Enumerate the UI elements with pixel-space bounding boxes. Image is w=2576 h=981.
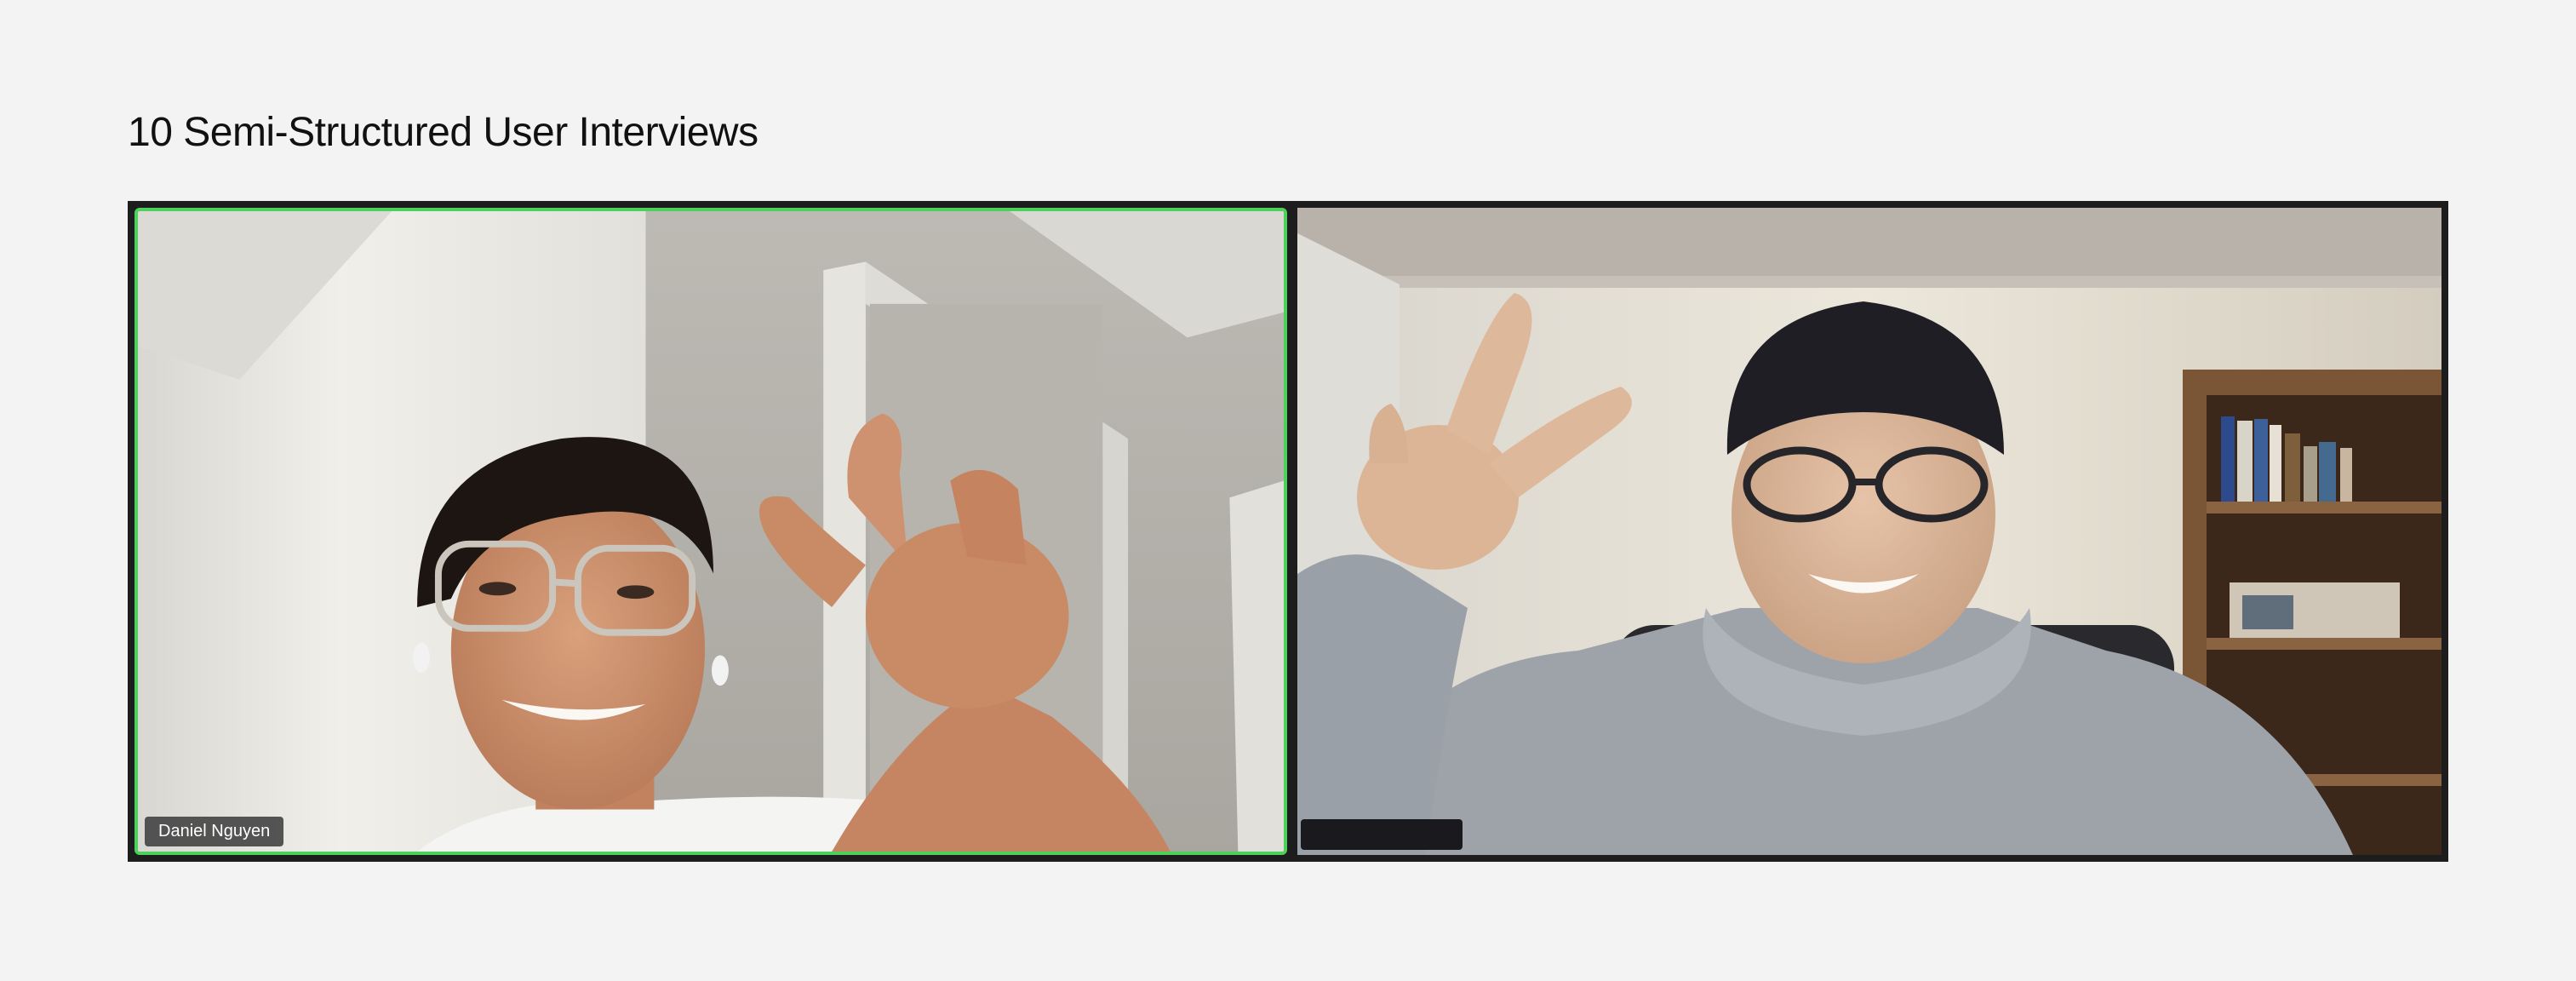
participant-video-feed [138,211,1284,852]
participant-video-tile[interactable] [1297,208,2441,855]
video-call-grid: Daniel Nguyen [128,201,2448,862]
participant-name-tag: Daniel Nguyen [145,817,284,846]
participant-video-tile-active[interactable]: Daniel Nguyen [135,208,1287,855]
page-title: 10 Semi-Structured User Interviews [128,110,758,155]
participant-video-feed [1297,208,2441,855]
participant-name-tag-redacted [1301,819,1463,850]
